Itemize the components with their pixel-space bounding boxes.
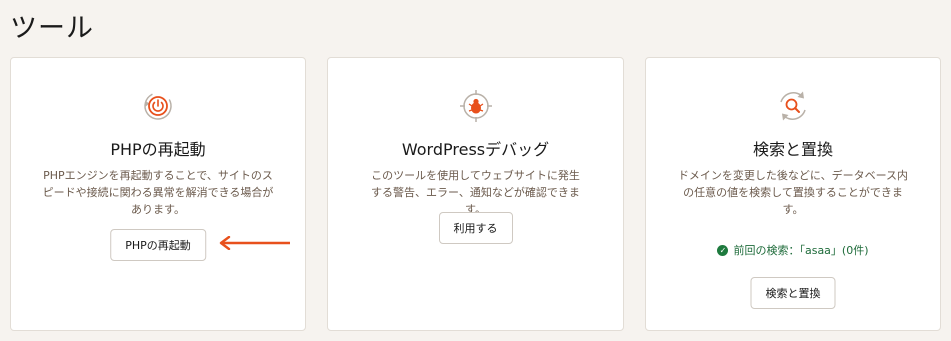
last-search-text: 前回の検索：「asaa」(0件)	[733, 244, 869, 257]
php-restart-card: PHPの再起動 PHPエンジンを再起動することで、サイトのスピードや接続に関わる…	[10, 57, 306, 331]
arrow-pointer-icon	[219, 236, 290, 250]
card-title: 検索と置換	[752, 140, 833, 159]
search-replace-card: 検索と置換 ドメインを変更した後などに、データベース内の任意の値を検索して置換す…	[645, 57, 941, 331]
search-replace-icon	[780, 91, 806, 121]
last-search-status: ✓ 前回の検索：「asaa」(0件)	[646, 242, 940, 258]
card-description: PHPエンジンを再起動することで、サイトのスピードや接続に関わる異常を解消できる…	[42, 169, 274, 216]
page-title: ツール	[10, 13, 94, 44]
card-description: ドメインを変更した後などに、データベース内の任意の値を検索して置換することができ…	[677, 169, 909, 216]
php-restart-button[interactable]: PHPの再起動	[110, 229, 206, 261]
card-title: PHPの再起動	[110, 140, 206, 159]
search-replace-button[interactable]: 検索と置換	[750, 277, 836, 309]
card-description: このツールを使用してウェブサイトに発生する警告、エラー、通知などが確認できます。	[371, 169, 580, 216]
check-circle-icon: ✓	[717, 244, 729, 256]
card-title: WordPressデバッグ	[401, 140, 550, 159]
power-restart-icon	[144, 92, 172, 120]
wordpress-debug-use-button[interactable]: 利用する	[438, 212, 513, 244]
bug-target-icon	[459, 90, 492, 122]
wordpress-debug-card: WordPressデバッグ このツールを使用してウェブサイトに発生する警告、エラ…	[327, 57, 624, 331]
